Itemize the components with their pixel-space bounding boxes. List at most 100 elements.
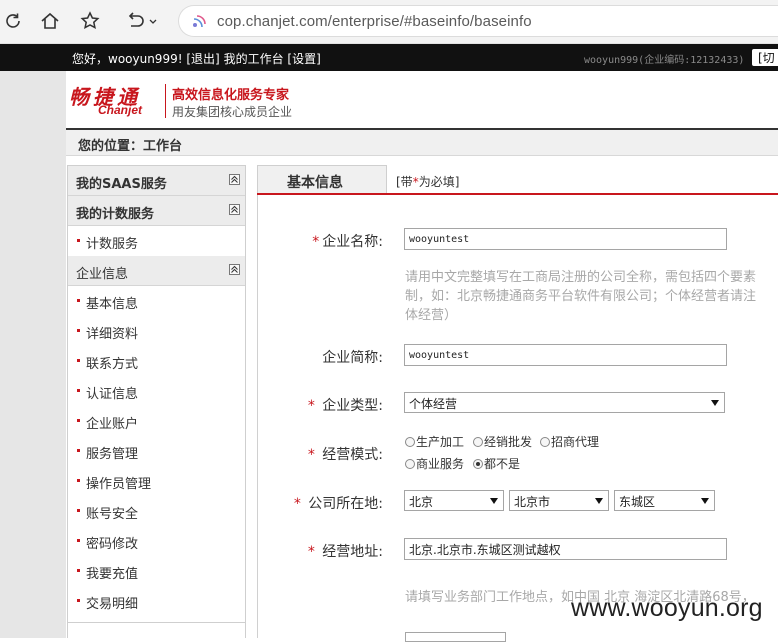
sidebar-item-label: 操作员管理 [86, 477, 152, 492]
radio-selected-icon[interactable] [473, 459, 483, 469]
bullet-icon [77, 599, 80, 602]
city-value: 北京市 [514, 495, 551, 509]
sidebar-section-label: 企业信息 [76, 267, 129, 282]
sidebar-item-label: 企业账户 [86, 417, 139, 432]
sidebar-item-contact[interactable]: 联系方式 [68, 346, 245, 376]
radio-icon[interactable] [540, 437, 550, 447]
star-icon[interactable] [77, 8, 103, 34]
undo-history-icon[interactable] [122, 8, 160, 34]
tab-label: 基本信息 [287, 175, 343, 191]
required-star: * [307, 544, 315, 560]
company-type-select[interactable]: 个体经营 [404, 392, 725, 413]
dropdown-arrow-icon [711, 400, 719, 406]
home-icon[interactable] [37, 8, 63, 34]
sidebar-item-label: 计数服务 [86, 237, 139, 252]
content-border [257, 195, 258, 638]
sidebar-item-recharge[interactable]: 我要充值 [68, 556, 245, 586]
address-input[interactable] [404, 538, 727, 560]
radio-icon[interactable] [405, 437, 415, 447]
company-name-input[interactable] [404, 228, 727, 250]
required-star: * [307, 398, 315, 414]
url-text[interactable]: cop.chanjet.com/enterprise/#baseinfo/bas… [217, 13, 532, 30]
sidebar-item-details[interactable]: 详细资料 [68, 316, 245, 346]
company-type-label-text: 企业类型: [322, 398, 383, 414]
dropdown-arrow-icon [490, 498, 498, 504]
sidebar-item-certification[interactable]: 认证信息 [68, 376, 245, 406]
sidebar-item-label: 我要充值 [86, 567, 139, 582]
greeting-text: 您好，wooyun999! [72, 52, 183, 66]
sidebar: 我的SAAS服务 我的计数服务 计数服务 企业信息 基本信息 详细资料 联系方式… [67, 165, 246, 638]
logo-english[interactable]: Chanjet [98, 103, 142, 117]
sidebar-item-metered-service[interactable]: 计数服务 [68, 226, 245, 256]
province-select[interactable]: 北京 [404, 490, 504, 511]
sidebar-item-label: 交易明细 [86, 597, 139, 612]
mode-option-production[interactable]: 生产加工 [405, 433, 464, 450]
short-name-input[interactable] [404, 344, 727, 366]
page-gutter [0, 71, 66, 638]
hint-line: 体经营） [405, 308, 458, 323]
radio-icon[interactable] [405, 459, 415, 469]
collapse-icon[interactable] [229, 204, 240, 215]
hint-line: 请用中文完整填写在工商局注册的公司全称，需包括四个要素 [405, 270, 757, 285]
user-greeting: 您好，wooyun999! [退出] 我的工作台 [设置] [72, 50, 321, 67]
city-select[interactable]: 北京市 [509, 490, 609, 511]
sidebar-section-enterprise[interactable]: 企业信息 [68, 256, 245, 286]
breadcrumb-text: 您的位置：工作台 [78, 139, 183, 154]
sidebar-section-metered[interactable]: 我的计数服务 [68, 196, 245, 226]
next-field-input[interactable] [405, 632, 506, 642]
bullet-icon [77, 509, 80, 512]
logo-divider [165, 84, 166, 118]
sidebar-item-label: 密码修改 [86, 537, 139, 552]
location-label-text: 公司所在地: [308, 496, 383, 512]
watermark: www.wooyun.org [571, 594, 763, 622]
mode-option-none[interactable]: 都不是 [473, 455, 520, 472]
settings-link[interactable]: [设置] [287, 52, 320, 66]
sidebar-item-security[interactable]: 账号安全 [68, 496, 245, 526]
tab-basic-info[interactable]: 基本信息 [257, 165, 387, 193]
sidebar-item-basic-info[interactable]: 基本信息 [68, 286, 245, 316]
sidebar-section-saas[interactable]: 我的SAAS服务 [68, 166, 245, 196]
switch-link[interactable]: [切 [752, 49, 778, 66]
sidebar-section-label: 我的计数服务 [76, 207, 155, 222]
sidebar-item-operators[interactable]: 操作员管理 [68, 466, 245, 496]
radio-label: 招商代理 [551, 435, 600, 449]
bullet-icon [77, 539, 80, 542]
bullet-icon [77, 479, 80, 482]
dropdown-arrow-icon [595, 498, 603, 504]
required-note: [带*为必填] [396, 173, 459, 190]
mode-option-commercial[interactable]: 商业服务 [405, 455, 464, 472]
bullet-icon [77, 419, 80, 422]
sidebar-section-label: 我的SAAS服务 [76, 177, 167, 192]
required-star: * [307, 447, 315, 463]
sidebar-item-label: 账号安全 [86, 507, 139, 522]
mode-option-wholesale[interactable]: 经销批发 [473, 433, 532, 450]
company-type-value: 个体经营 [409, 397, 458, 411]
tab-underline [257, 193, 778, 195]
sidebar-item-transactions[interactable]: 交易明细 [68, 586, 245, 616]
sidebar-item-service-management[interactable]: 服务管理 [68, 436, 245, 466]
province-value: 北京 [409, 495, 434, 509]
logout-link[interactable]: [退出] [186, 52, 219, 66]
hint-line: 制，如：北京畅捷通商务平台软件有限公司；个体经营者请注 [405, 289, 757, 304]
site-favicon-icon [191, 14, 207, 34]
reload-icon[interactable] [0, 8, 26, 34]
required-note-suffix: 为必填] [418, 175, 460, 189]
browser-toolbar: cop.chanjet.com/enterprise/#baseinfo/bas… [0, 0, 778, 44]
user-enterprise-code: wooyun999(企业编码:12132433) [584, 55, 745, 66]
bullet-icon [77, 389, 80, 392]
collapse-icon[interactable] [229, 264, 240, 275]
radio-label: 都不是 [484, 457, 521, 471]
short-name-label-text: 企业简称: [322, 350, 383, 366]
district-select[interactable]: 东城区 [614, 490, 715, 511]
radio-icon[interactable] [473, 437, 483, 447]
address-bar[interactable]: cop.chanjet.com/enterprise/#baseinfo/bas… [178, 5, 778, 37]
sidebar-item-password[interactable]: 密码修改 [68, 526, 245, 556]
workbench-link[interactable]: 我的工作台 [224, 52, 284, 66]
mode-option-agency[interactable]: 招商代理 [540, 433, 599, 450]
radio-label: 生产加工 [416, 435, 465, 449]
district-value: 东城区 [619, 495, 656, 509]
sidebar-item-account[interactable]: 企业账户 [68, 406, 245, 436]
collapse-icon[interactable] [229, 174, 240, 185]
required-star: * [312, 234, 320, 250]
short-name-label: 企业简称: [253, 347, 383, 367]
